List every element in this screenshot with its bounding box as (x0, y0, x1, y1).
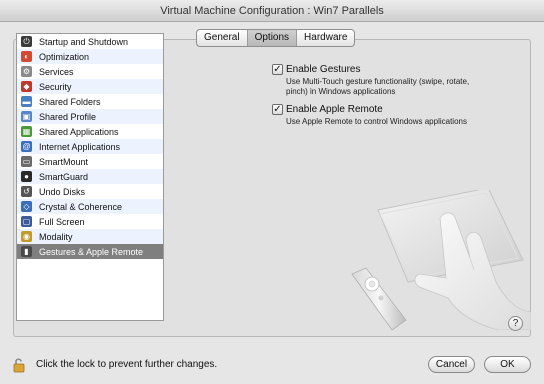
optimization-icon: ◐ (21, 51, 32, 62)
sidebar-item-smartguard[interactable]: ● SmartGuard (17, 169, 163, 184)
sidebar-item-label: Crystal & Coherence (39, 201, 123, 212)
sidebar-item-label: Startup and Shutdown (39, 36, 129, 47)
lock-icon[interactable] (12, 357, 28, 373)
gestures-option: ✓ Enable Gestures Use Multi-Touch gestur… (272, 64, 486, 97)
sidebar-item-label: Optimization (39, 51, 90, 62)
power-icon: ⏻ (21, 36, 32, 47)
sidebar-item-label: SmartMount (39, 156, 89, 167)
gestures-remote-icon: ▮ (21, 246, 32, 257)
sidebar-item-modality[interactable]: ◉ Modality (17, 229, 163, 244)
sidebar-item-label: Modality (39, 231, 73, 242)
sidebar-item-shared-profile[interactable]: ▣ Shared Profile (17, 109, 163, 124)
tab-hardware[interactable]: Hardware (297, 30, 354, 46)
window-title: Virtual Machine Configuration : Win7 Par… (0, 0, 544, 22)
sidebar-item-label: Internet Applications (39, 141, 121, 152)
help-button[interactable]: ? (508, 316, 523, 331)
undo-disks-icon: ↺ (21, 186, 32, 197)
ok-button[interactable]: OK (484, 356, 531, 373)
security-icon: ◆ (21, 81, 32, 92)
sidebar-item-services[interactable]: ⚙ Services (17, 64, 163, 79)
sidebar-item-full-screen[interactable]: ▢ Full Screen (17, 214, 163, 229)
shared-profile-icon: ▣ (21, 111, 32, 122)
apple-remote (351, 267, 407, 330)
sidebar-item-label: Shared Applications (39, 126, 119, 137)
remote-option: ✓ Enable Apple Remote Use Apple Remote t… (272, 104, 486, 127)
sidebar-item-label: Full Screen (39, 216, 85, 227)
services-icon: ⚙ (21, 66, 32, 77)
cancel-button[interactable]: Cancel (428, 356, 475, 373)
sidebar-item-label: SmartGuard (39, 171, 89, 182)
internet-applications-icon: @ (21, 141, 32, 152)
sidebar-item-label: Shared Profile (39, 111, 97, 122)
sidebar-item-startup-shutdown[interactable]: ⏻ Startup and Shutdown (17, 34, 163, 49)
sidebar-item-internet-applications[interactable]: @ Internet Applications (17, 139, 163, 154)
enable-remote-label[interactable]: Enable Apple Remote (286, 104, 383, 115)
tab-bar: General Options Hardware (196, 29, 356, 47)
sidebar-item-label: Shared Folders (39, 96, 101, 107)
tab-options[interactable]: Options (247, 30, 298, 46)
sidebar-item-label: Gestures & Apple Remote (39, 246, 144, 257)
lock-message: Click the lock to prevent further change… (36, 359, 218, 370)
full-screen-icon: ▢ (21, 216, 32, 227)
sidebar-item-undo-disks[interactable]: ↺ Undo Disks (17, 184, 163, 199)
enable-gestures-description: Use Multi-Touch gesture functionality (s… (286, 77, 470, 96)
sidebar-item-label: Services (39, 66, 74, 77)
options-category-list: ⏻ Startup and Shutdown ◐ Optimization ⚙ … (16, 33, 164, 321)
sidebar-item-gestures-remote[interactable]: ▮ Gestures & Apple Remote (17, 244, 163, 259)
trackpad-remote-illustration (351, 190, 531, 330)
sidebar-item-label: Security (39, 81, 72, 92)
sidebar-item-smartmount[interactable]: ▭ SmartMount (17, 154, 163, 169)
sidebar-item-security[interactable]: ◆ Security (17, 79, 163, 94)
sidebar-item-optimization[interactable]: ◐ Optimization (17, 49, 163, 64)
crystal-coherence-icon: ◇ (21, 201, 32, 212)
sidebar-item-crystal-coherence[interactable]: ◇ Crystal & Coherence (17, 199, 163, 214)
enable-remote-checkbox[interactable]: ✓ (272, 104, 283, 115)
tab-general[interactable]: General (197, 30, 248, 46)
shared-applications-icon: ▦ (21, 126, 32, 137)
enable-gestures-checkbox[interactable]: ✓ (272, 64, 283, 75)
shared-folders-icon: ▬ (21, 96, 32, 107)
enable-gestures-label[interactable]: Enable Gestures (286, 64, 361, 75)
sidebar-item-label: Undo Disks (39, 186, 86, 197)
modality-icon: ◉ (21, 231, 32, 242)
smartguard-icon: ● (21, 171, 32, 182)
sidebar-item-shared-folders[interactable]: ▬ Shared Folders (17, 94, 163, 109)
smartmount-icon: ▭ (21, 156, 32, 167)
enable-remote-description: Use Apple Remote to control Windows appl… (286, 117, 467, 126)
sidebar-item-shared-applications[interactable]: ▦ Shared Applications (17, 124, 163, 139)
